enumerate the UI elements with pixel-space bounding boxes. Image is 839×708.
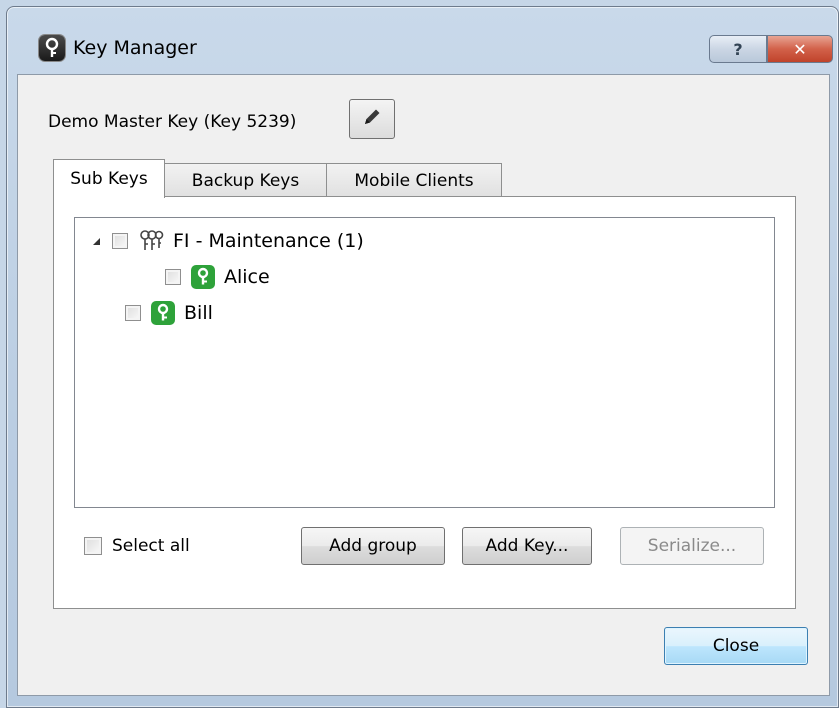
group-checkbox[interactable] [112, 233, 128, 249]
tab-sub-keys[interactable]: Sub Keys [53, 159, 165, 198]
window-close-button[interactable]: ✕ [767, 35, 833, 63]
help-button[interactable]: ? [709, 35, 767, 63]
key-checkbox[interactable] [165, 269, 181, 285]
add-key-button[interactable]: Add Key... [462, 527, 592, 565]
dialog-body: Demo Master Key (Key 5239) Sub Keys Back… [17, 74, 830, 696]
select-all-option[interactable]: Select all [74, 536, 190, 556]
app-key-icon [39, 35, 65, 61]
key-ring-icon [138, 228, 164, 254]
tree-item-group[interactable]: FI - Maintenance (1) [93, 226, 364, 256]
serialize-button[interactable]: Serialize... [620, 527, 764, 565]
sub-keys-tree[interactable]: FI - Maintenance (1) Alice Bill [74, 217, 775, 508]
edit-master-key-button[interactable] [349, 99, 395, 139]
tab-backup-keys[interactable]: Backup Keys [164, 163, 327, 198]
tree-item-key[interactable]: Alice [165, 262, 270, 292]
pencil-icon [361, 106, 383, 133]
close-button[interactable]: Close [664, 627, 808, 665]
tab-label: Sub Keys [70, 169, 148, 189]
add-group-button[interactable]: Add group [301, 527, 445, 565]
key-manager-window: Key Manager ? ✕ Demo Master Key (Key 523… [6, 6, 839, 708]
title-bar[interactable]: Key Manager ? ✕ [7, 7, 838, 77]
green-key-icon [151, 301, 175, 325]
tab-label: Mobile Clients [354, 171, 474, 191]
key-checkbox[interactable] [125, 305, 141, 321]
master-key-label: Demo Master Key (Key 5239) [48, 112, 297, 132]
green-key-icon [191, 265, 215, 289]
tree-item-label: FI - Maintenance (1) [173, 230, 364, 252]
triangle-expanded-icon[interactable] [93, 237, 100, 245]
select-all-label: Select all [112, 536, 190, 556]
select-all-checkbox[interactable] [84, 537, 102, 555]
window-title: Key Manager [73, 37, 197, 59]
tree-item-label: Bill [184, 302, 213, 324]
sub-keys-panel: FI - Maintenance (1) Alice Bill Select a… [53, 196, 796, 609]
tree-item-label: Alice [224, 266, 270, 288]
tree-item-key[interactable]: Bill [125, 298, 213, 328]
tab-mobile-clients[interactable]: Mobile Clients [326, 163, 502, 198]
tab-label: Backup Keys [191, 171, 300, 191]
